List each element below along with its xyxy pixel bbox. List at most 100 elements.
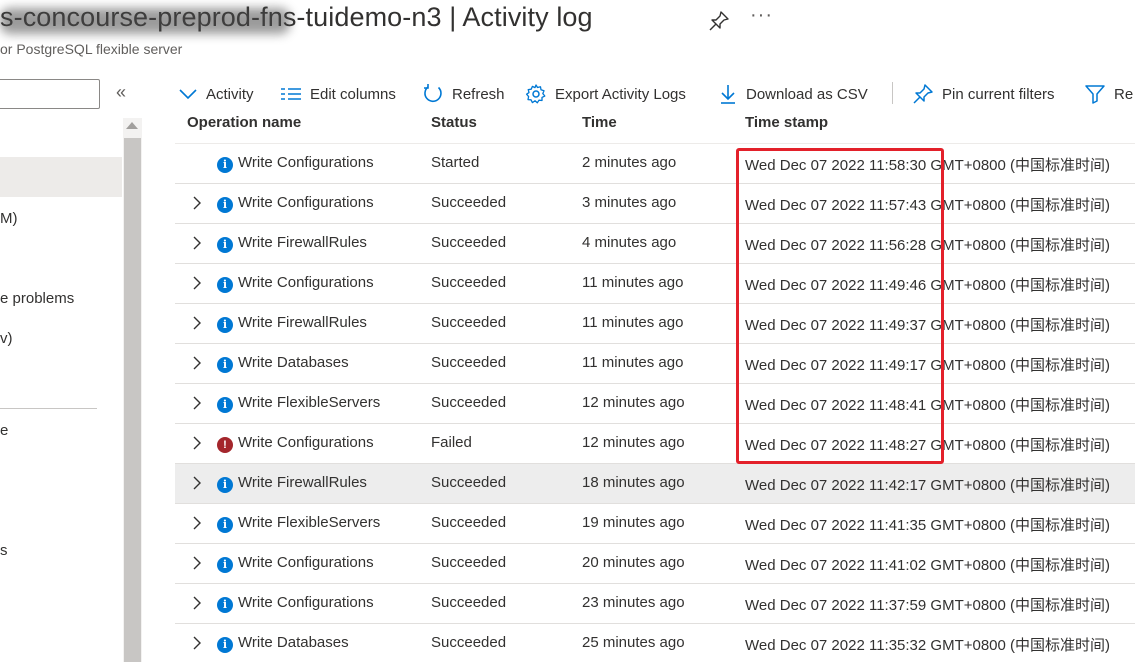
sidebar-item[interactable]: v) (0, 330, 13, 347)
edit-columns-label: Edit columns (310, 85, 396, 103)
time-cell: 18 minutes ago (582, 474, 685, 491)
chevron-right-icon[interactable] (190, 196, 204, 210)
info-icon: i (217, 397, 233, 413)
redacted-resource-name (0, 8, 290, 34)
time-cell: 3 minutes ago (582, 194, 677, 211)
scroll-up-arrow-icon[interactable] (126, 122, 138, 129)
chevron-right-icon[interactable] (190, 476, 204, 490)
table-row[interactable]: i Write Databases Succeeded 25 minutes ago W… (175, 624, 1135, 662)
gear-icon (525, 84, 546, 104)
column-header-time[interactable]: Time (582, 114, 617, 131)
chevron-right-icon[interactable] (190, 636, 204, 650)
chevron-right-icon[interactable] (190, 276, 204, 290)
refresh-button[interactable]: Refresh (422, 82, 505, 106)
download-icon (721, 85, 735, 104)
time-cell: 25 minutes ago (582, 634, 685, 651)
operation-name-cell[interactable]: Write Databases (238, 354, 349, 371)
sidebar-item[interactable]: M) (0, 210, 18, 227)
table-row[interactable]: i Write FirewallRules Succeeded 11 minutes … (175, 304, 1135, 344)
status-cell: Succeeded (431, 194, 507, 211)
operation-name-cell[interactable]: Write FlexibleServers (238, 394, 380, 411)
time-cell: 11 minutes ago (582, 314, 684, 331)
status-cell: Started (431, 154, 480, 171)
table-row[interactable]: i Write FlexibleServers Succeeded 19 minute… (175, 504, 1135, 544)
reset-filters-button[interactable]: Re (1084, 82, 1133, 106)
timestamp-cell: Wed Dec 07 2022 11:41:02 GMT+0800 (中国标准时… (745, 557, 1111, 574)
status-cell: Succeeded (431, 474, 507, 491)
time-cell: 4 minutes ago (582, 234, 677, 251)
download-csv-button[interactable]: Download as CSV (718, 82, 868, 106)
chevron-right-icon[interactable] (190, 596, 204, 610)
activity-label: Activity (206, 85, 254, 103)
info-icon: i (217, 477, 233, 493)
column-header-timestamp[interactable]: Time stamp (745, 114, 828, 131)
table-header: Operation name Status Time Time stamp (175, 110, 1135, 144)
info-icon: i (217, 317, 233, 333)
time-cell: 11 minutes ago (582, 274, 684, 291)
operation-name-cell[interactable]: Write Databases (238, 634, 349, 651)
table-row[interactable]: i Write FirewallRules Succeeded 18 minutes … (175, 464, 1135, 504)
operation-name-cell[interactable]: Write FirewallRules (238, 234, 367, 251)
table-row[interactable]: i Write FirewallRules Succeeded 4 minutes a… (175, 224, 1135, 264)
status-cell: Succeeded (431, 634, 507, 651)
operation-name-cell[interactable]: Write Configurations (238, 434, 374, 451)
chevron-right-icon[interactable] (190, 356, 204, 370)
info-icon: i (217, 237, 233, 253)
export-activity-logs-button[interactable]: Export Activity Logs (525, 82, 686, 106)
info-icon: i (217, 597, 233, 613)
table-row[interactable]: i Write Configurations Succeeded 23 minutes… (175, 584, 1135, 624)
status-cell: Succeeded (431, 394, 507, 411)
toolbar-divider (892, 82, 893, 104)
column-header-status[interactable]: Status (431, 114, 477, 131)
status-cell: Succeeded (431, 554, 507, 571)
operation-name-cell[interactable]: Write Configurations (238, 274, 374, 291)
chevron-right-icon[interactable] (190, 556, 204, 570)
chevron-right-icon[interactable] (190, 236, 204, 250)
time-cell: 20 minutes ago (582, 554, 685, 571)
operation-name-cell[interactable]: Write FirewallRules (238, 474, 367, 491)
operation-name-cell[interactable]: Write Configurations (238, 154, 374, 171)
timestamp-cell: Wed Dec 07 2022 11:35:32 GMT+0800 (中国标准时… (745, 637, 1111, 654)
sidebar-divider (0, 408, 97, 409)
pin-label: Pin current filters (942, 85, 1055, 103)
chevron-right-icon[interactable] (190, 396, 204, 410)
column-header-operation[interactable]: Operation name (187, 114, 301, 131)
operation-name-cell[interactable]: Write Configurations (238, 594, 374, 611)
pin-icon[interactable] (708, 10, 730, 32)
status-cell: Succeeded (431, 514, 507, 531)
collapse-sidebar-button[interactable]: « (116, 82, 126, 103)
sidebar-item[interactable]: e (0, 422, 8, 439)
operation-name-cell[interactable]: Write FirewallRules (238, 314, 367, 331)
table-row[interactable]: i Write Configurations Succeeded 3 minutes … (175, 184, 1135, 224)
table-row[interactable]: i Write Databases Succeeded 11 minutes ago W… (175, 344, 1135, 384)
time-cell: 2 minutes ago (582, 154, 677, 171)
table-row[interactable]: i Write Configurations Succeeded 11 minutes… (175, 264, 1135, 304)
timestamp-cell: Wed Dec 07 2022 11:42:17 GMT+0800 (中国标准时… (745, 477, 1111, 494)
chevron-right-icon[interactable] (190, 316, 204, 330)
info-icon: i (217, 637, 233, 653)
chevron-right-icon[interactable] (190, 436, 204, 450)
sidebar-search-input[interactable] (0, 79, 100, 109)
refresh-icon (424, 84, 442, 103)
more-options-button[interactable]: ··· (750, 4, 773, 27)
table-row[interactable]: i Write FlexibleServers Succeeded 12 minute… (175, 384, 1135, 424)
chevron-right-icon[interactable] (190, 516, 204, 530)
sidebar-item-selected[interactable] (0, 157, 122, 197)
edit-columns-button[interactable]: Edit columns (280, 82, 396, 106)
operation-name-cell[interactable]: Write Configurations (238, 194, 374, 211)
sidebar-item[interactable]: e problems (0, 290, 74, 307)
operation-name-cell[interactable]: Write FlexibleServers (238, 514, 380, 531)
sidebar-item[interactable]: s (0, 542, 8, 559)
operation-name-cell[interactable]: Write Configurations (238, 554, 374, 571)
status-cell: Succeeded (431, 314, 507, 331)
info-icon: i (217, 357, 233, 373)
activity-button[interactable]: Activity (178, 82, 254, 106)
scrollbar-thumb[interactable] (124, 138, 141, 662)
refresh-label: Refresh (452, 85, 505, 103)
table-row[interactable]: i Write Configurations Started 2 minutes ag… (175, 144, 1135, 184)
table-row[interactable]: i Write Configurations Succeeded 20 minutes… (175, 544, 1135, 584)
pin-current-filters-button[interactable]: Pin current filters (912, 82, 1055, 106)
info-icon: i (217, 157, 233, 173)
timestamp-cell: Wed Dec 07 2022 11:41:35 GMT+0800 (中国标准时… (745, 517, 1111, 534)
table-row[interactable]: ! Write Configurations Failed 12 minutes ag… (175, 424, 1135, 464)
